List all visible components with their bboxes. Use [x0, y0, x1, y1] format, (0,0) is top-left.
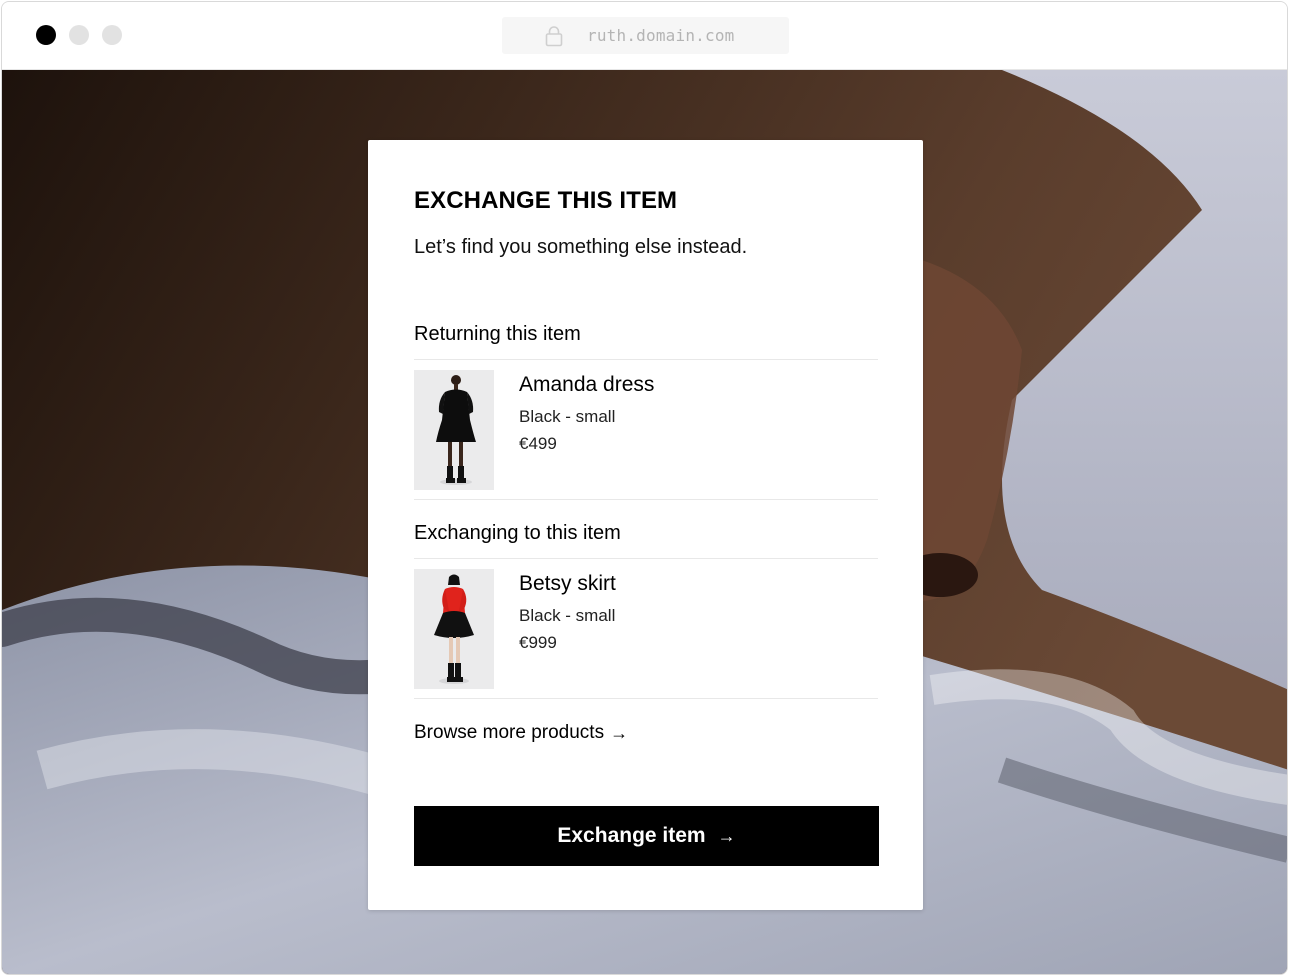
returning-item: Amanda dress Black - small €499 [414, 370, 878, 490]
window-close-button[interactable] [36, 25, 56, 45]
browse-link-label: Browse more products [414, 722, 605, 743]
arrow-right-icon: → [610, 722, 629, 743]
divider [414, 359, 878, 360]
lock-icon [545, 25, 563, 47]
item-price: €999 [519, 633, 557, 652]
exchanging-section-label: Exchanging to this item [414, 522, 621, 544]
item-price: €499 [519, 434, 557, 453]
divider [414, 499, 878, 500]
browser-titlebar: ruth.domain.com [2, 2, 1287, 70]
exchange-button-label: Exchange item [557, 824, 706, 847]
browser-window: ruth.domain.com EXCHANGE THIS ITEM Let’s… [1, 1, 1288, 975]
exchange-modal: EXCHANGE THIS ITEM Let’s find you someth… [368, 140, 923, 910]
divider [414, 558, 878, 559]
url-text: ruth.domain.com [587, 26, 735, 45]
item-variant: Black - small [519, 606, 616, 625]
modal-title: EXCHANGE THIS ITEM [414, 187, 678, 214]
window-maximize-button[interactable] [102, 25, 122, 45]
address-bar[interactable]: ruth.domain.com [502, 17, 789, 54]
returning-section-label: Returning this item [414, 323, 581, 345]
item-variant: Black - small [519, 407, 616, 426]
browse-more-products-link[interactable]: Browse more products → [414, 722, 628, 744]
exchanging-item: Betsy skirt Black - small €999 [414, 569, 878, 689]
product-image-betsy-skirt [414, 569, 494, 689]
arrow-right-icon: → [717, 825, 736, 846]
item-name: Amanda dress [519, 373, 655, 396]
divider [414, 698, 878, 699]
window-minimize-button[interactable] [69, 25, 89, 45]
item-name: Betsy skirt [519, 572, 616, 595]
exchange-item-button[interactable]: Exchange item → [414, 806, 879, 866]
modal-subtitle: Let’s find you something else instead. [414, 236, 748, 258]
product-image-amanda-dress [414, 370, 494, 490]
